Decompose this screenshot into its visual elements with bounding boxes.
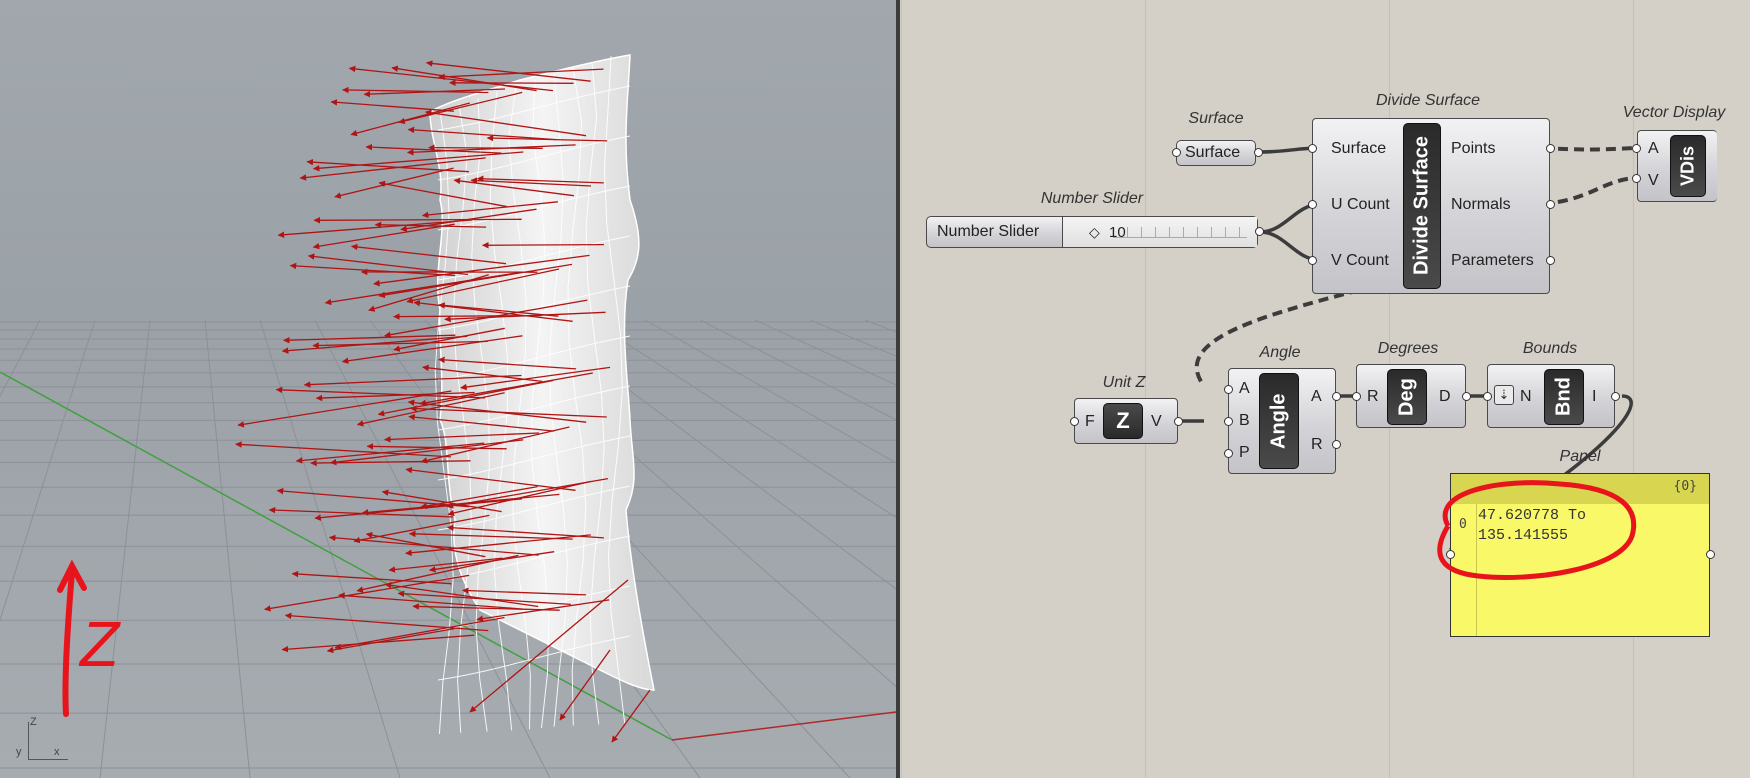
gizmo-x-label: x <box>54 746 60 758</box>
sketch-annotation: Z <box>57 559 121 717</box>
perspective-viewport[interactable]: Z Z y x <box>0 0 896 778</box>
gizmo-y-label: y <box>16 746 22 758</box>
gizmo-z-label: Z <box>30 716 37 728</box>
panel-highlight-annotation <box>1437 480 1637 580</box>
axis-gizmo: Z y x <box>14 716 74 762</box>
sketch-z-label: Z <box>78 608 121 680</box>
grasshopper-canvas[interactable]: Surface Surface Divide Surface Surface U… <box>900 0 1750 778</box>
